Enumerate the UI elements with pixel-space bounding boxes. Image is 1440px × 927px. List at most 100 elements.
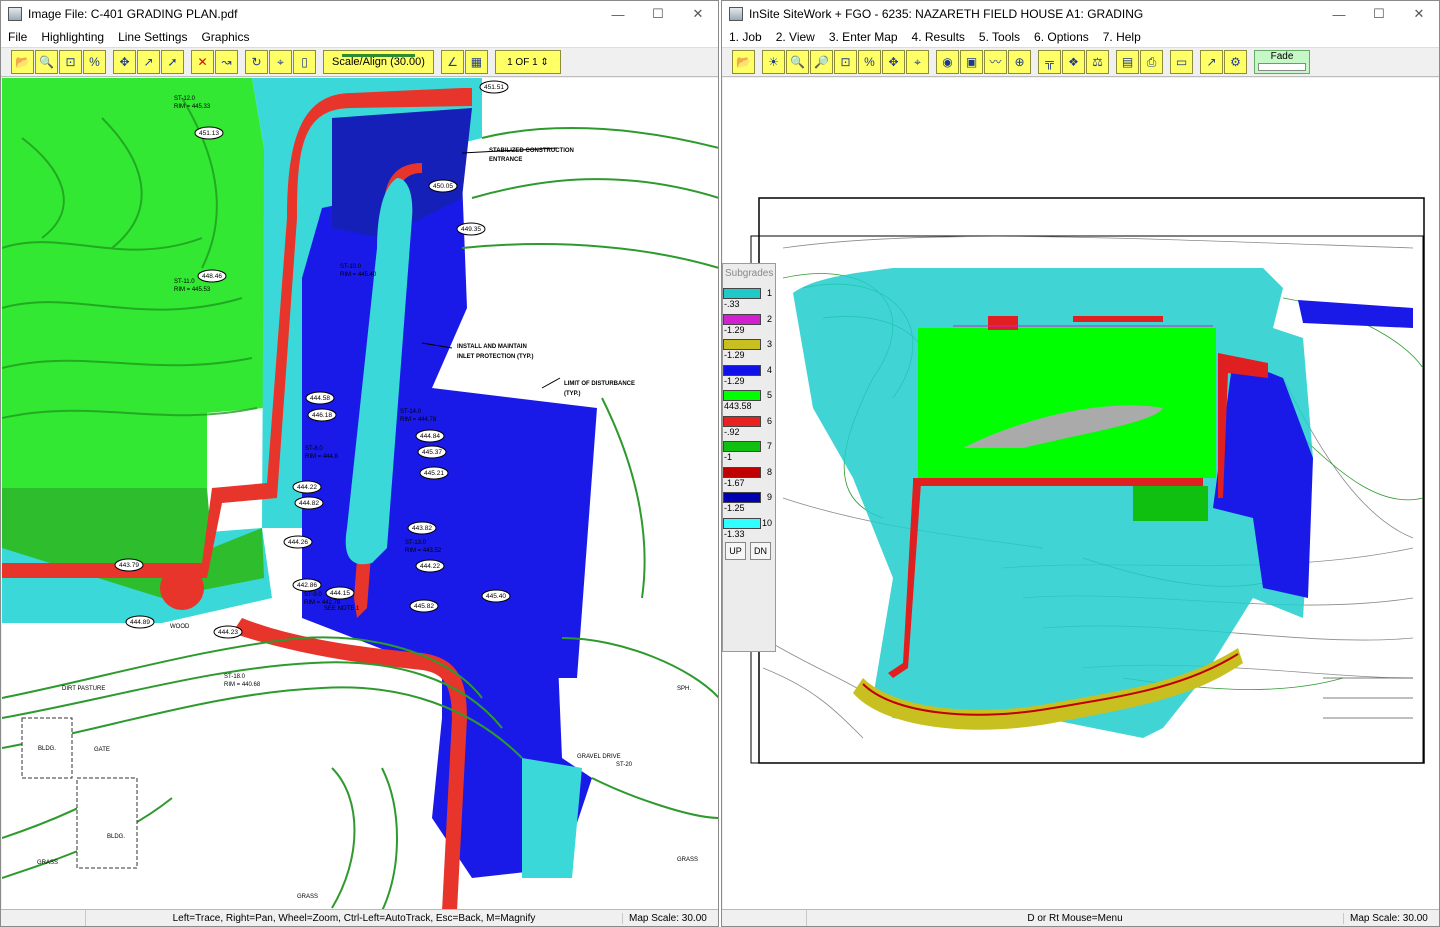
subgrade-color-swatch[interactable] xyxy=(723,466,761,478)
subgrade-color-swatch[interactable] xyxy=(723,492,761,503)
redirect-arrow-icon[interactable]: ↝ xyxy=(215,50,238,74)
svg-text:444.84: 444.84 xyxy=(420,433,440,440)
svg-text:444.89: 444.89 xyxy=(130,619,150,626)
split-view-icon[interactable]: ▯ xyxy=(293,50,316,74)
zoom-percent-icon[interactable]: % xyxy=(83,50,106,74)
maximize-button[interactable]: ☐ xyxy=(1359,6,1399,22)
subgrades-panel[interactable]: Subgrades 1 -.33 2 -1.29 3 -1.29 4 -1.29 5 443.58… xyxy=(722,263,776,652)
subgrade-item[interactable]: 2 -1.29 xyxy=(723,310,775,336)
subgrade-item[interactable]: 5 443.58 xyxy=(723,386,775,412)
subgrade-item[interactable]: 1 -.33 xyxy=(723,284,775,310)
subgrade-color-swatch[interactable] xyxy=(723,364,761,376)
menu-line-settings[interactable]: Line Settings xyxy=(111,30,194,44)
subgrade-color-swatch[interactable] xyxy=(723,390,761,401)
elevation-icon[interactable]: ⊕ xyxy=(1008,50,1031,74)
page-indicator[interactable]: 1 OF 1 ⇕ xyxy=(494,50,561,74)
subgrade-down-button[interactable]: DN xyxy=(750,542,771,560)
export-icon[interactable]: ▭ xyxy=(1170,50,1193,74)
subgrade-color-swatch[interactable] xyxy=(723,517,761,529)
trace-arrow-icon[interactable]: ↗ xyxy=(137,50,160,74)
profile-icon[interactable]: 〰 xyxy=(984,50,1007,74)
menu-help[interactable]: 7. Help xyxy=(1096,30,1148,44)
zoom-window-icon[interactable]: ⊡ xyxy=(834,50,857,74)
menu-tools[interactable]: 5. Tools xyxy=(972,30,1027,44)
svg-text:RIM = 445.40: RIM = 445.40 xyxy=(340,272,377,278)
subgrade-color-swatch[interactable] xyxy=(723,415,761,427)
menu-file[interactable]: File xyxy=(1,30,34,44)
pan-icon[interactable]: ✥ xyxy=(882,50,905,74)
left-toolbar: 📂 🔍 ⊡ % ✥ ↗ ➚ ✕ ↝ ↻ ⌖ ▯ Scale/Align (30.… xyxy=(1,47,718,77)
line-weight-icon[interactable]: ∠ xyxy=(440,50,464,74)
left-title-bar[interactable]: Image File: C-401 GRADING PLAN.pdf — ☐ ✕ xyxy=(1,1,718,27)
material-icon[interactable]: ❖ xyxy=(1062,50,1085,74)
subgrade-value: -1.29 xyxy=(724,375,745,386)
open-folder-icon[interactable]: 📂 xyxy=(11,50,34,74)
minimize-button[interactable]: — xyxy=(598,7,638,22)
spot-elev: 444.26 xyxy=(283,535,313,549)
rotate-icon[interactable]: ↻ xyxy=(245,50,268,74)
subgrade-item[interactable]: 8 -1.67 xyxy=(723,463,775,489)
subgrade-color-swatch[interactable] xyxy=(723,339,761,350)
right-title-bar[interactable]: InSite SiteWork + FGO - 6235: NAZARETH F… xyxy=(722,1,1439,27)
subgrade-item[interactable]: 7 -1 xyxy=(723,437,775,463)
menu-graphics[interactable]: Graphics xyxy=(194,30,256,44)
delete-x-icon[interactable]: ✕ xyxy=(191,50,214,74)
menu-enter-map[interactable]: 3. Enter Map xyxy=(822,30,905,44)
report-icon[interactable]: ▤ xyxy=(1116,50,1139,74)
label-inlet-1: INSTALL AND MAINTAIN xyxy=(457,344,527,350)
zoom-out-icon[interactable]: 🔎 xyxy=(810,50,833,74)
balance-icon[interactable]: ⚖ xyxy=(1086,50,1109,74)
menu-options[interactable]: 6. Options xyxy=(1027,30,1096,44)
subgrade-color-swatch[interactable] xyxy=(723,441,761,452)
highlight-icon[interactable]: ☀ xyxy=(762,50,785,74)
pdf-plan-canvas[interactable]: STABILIZED CONSTRUCTION ENTRANCE INSTALL… xyxy=(2,78,718,911)
subgrade-item[interactable]: 9 -1.25 xyxy=(723,488,775,514)
3d-view-icon[interactable]: ▣ xyxy=(960,50,983,74)
menu-highlighting[interactable]: Highlighting xyxy=(34,30,111,44)
settings-icon[interactable]: ⚙ xyxy=(1224,50,1247,74)
zoom-icon[interactable]: 🔍 xyxy=(35,50,58,74)
svg-text:GRASS: GRASS xyxy=(677,857,698,863)
print-icon[interactable]: ⎙ xyxy=(1140,50,1163,74)
subgrade-color-swatch[interactable] xyxy=(723,288,761,299)
zoom-percent-icon[interactable]: % xyxy=(858,50,881,74)
on-toggle-icon[interactable]: ◉ xyxy=(936,50,959,74)
map-canvas[interactable] xyxy=(723,78,1439,911)
open-folder-icon[interactable]: 📂 xyxy=(732,50,755,74)
pan-icon[interactable]: ✥ xyxy=(113,50,136,74)
svg-text:ST-9.0: ST-9.0 xyxy=(304,592,322,598)
subgrade-item[interactable]: 3 -1.29 xyxy=(723,335,775,361)
zoom-window-icon[interactable]: ⊡ xyxy=(59,50,82,74)
scale-align-button[interactable]: Scale/Align (30.00) xyxy=(323,50,434,74)
subgrade-item[interactable]: 10 -1.33 xyxy=(723,514,775,540)
close-button[interactable]: ✕ xyxy=(678,6,718,22)
subgrade-color-swatch[interactable] xyxy=(723,313,761,325)
subgrade-value: -.92 xyxy=(724,426,740,437)
svg-text:ST-11.0: ST-11.0 xyxy=(174,279,195,285)
menu-view[interactable]: 2. View xyxy=(769,30,822,44)
svg-text:RIM = 440.68: RIM = 440.68 xyxy=(224,682,261,688)
subgrade-item[interactable]: 4 -1.29 xyxy=(723,361,775,387)
svg-text:DIRT PASTURE: DIRT PASTURE xyxy=(62,686,105,692)
svg-text:443.79: 443.79 xyxy=(119,562,139,569)
subgrade-value: -1.25 xyxy=(724,503,745,513)
maximize-button[interactable]: ☐ xyxy=(638,6,678,22)
insite-sitework-window[interactable]: InSite SiteWork + FGO - 6235: NAZARETH F… xyxy=(721,0,1440,927)
crosshair-icon[interactable]: ⌖ xyxy=(269,50,292,74)
close-button[interactable]: ✕ xyxy=(1399,6,1439,22)
zoom-in-icon[interactable]: 🔍 xyxy=(786,50,809,74)
structure-icon[interactable]: ╦ xyxy=(1038,50,1061,74)
minimize-button[interactable]: — xyxy=(1319,7,1359,22)
image-file-window[interactable]: Image File: C-401 GRADING PLAN.pdf — ☐ ✕… xyxy=(0,0,719,927)
fade-slider[interactable]: Fade xyxy=(1254,50,1310,74)
autotrack-arrow-icon[interactable]: ➚ xyxy=(161,50,184,74)
menu-job[interactable]: 1. Job xyxy=(722,30,769,44)
menu-results[interactable]: 4. Results xyxy=(905,30,972,44)
subgrade-up-button[interactable]: UP xyxy=(725,542,746,560)
crosshair-icon[interactable]: ⌖ xyxy=(906,50,929,74)
subgrade-item[interactable]: 6 -.92 xyxy=(723,412,775,438)
svg-text:SEE NOTE 1: SEE NOTE 1 xyxy=(324,606,360,612)
grid-icon[interactable]: ▦ xyxy=(464,50,488,74)
trace-tool-icon[interactable]: ↗ xyxy=(1200,50,1223,74)
svg-text:449.35: 449.35 xyxy=(461,226,481,233)
